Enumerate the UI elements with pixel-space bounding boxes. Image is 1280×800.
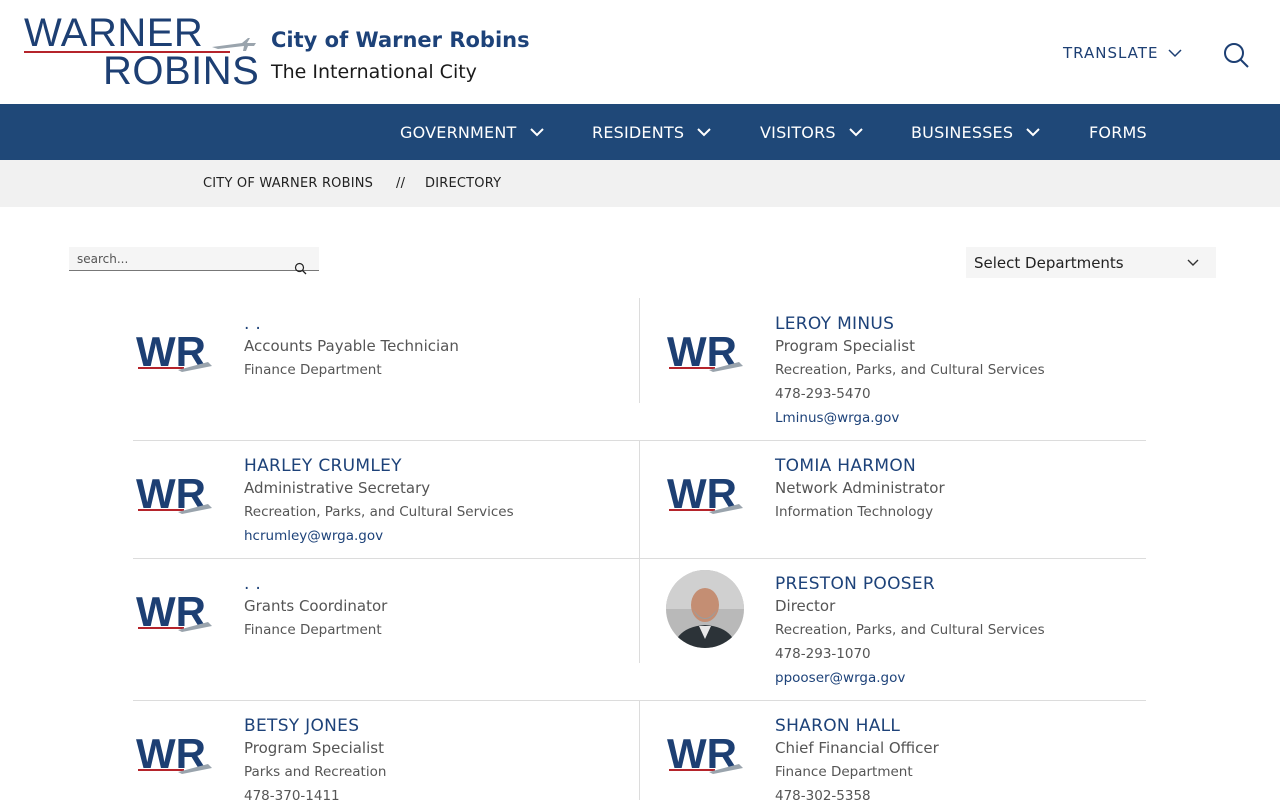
nav-label: RESIDENTS [592,122,685,142]
directory-entry: WR SHARON HALL Chief Financial Officer F… [665,716,1171,800]
entry-title: Grants Coordinator [244,597,388,615]
entry-name[interactable]: TOMIA HARMON [775,456,916,476]
nav-visitors[interactable]: VISITORS [760,104,864,160]
warner-robins-logo[interactable]: WARNER ROBINS [24,12,260,92]
entry-title: Program Specialist [244,739,384,757]
entry-name[interactable]: . . [244,574,261,594]
entry-department: Finance Department [775,764,913,780]
directory-entry: WR LEROY MINUS Program Specialist Recrea… [665,314,1171,434]
nav-label: VISITORS [760,122,836,142]
entry-title: Chief Financial Officer [775,739,939,757]
entry-name[interactable]: LEROY MINUS [775,314,894,334]
directory-entry: WR HARLEY CRUMLEY Administrative Secreta… [134,456,640,552]
entry-department: Recreation, Parks, and Cultural Services [775,362,1045,378]
chevron-down-icon [697,128,711,137]
entry-phone[interactable]: 478-293-1070 [775,646,871,662]
entry-title: Administrative Secretary [244,479,431,497]
chevron-down-icon [1187,259,1199,266]
entry-department: Finance Department [244,362,382,378]
wr-logo-avatar: WR [667,470,743,517]
wr-logo-avatar: WR [136,588,212,635]
site-title: City of Warner Robins [271,28,530,52]
chevron-down-icon [1168,49,1182,58]
nav-businesses[interactable]: BUSINESSES [911,104,1041,160]
directory-search-box [69,247,319,271]
department-select[interactable]: Select Departments [966,247,1216,278]
entry-department: Recreation, Parks, and Cultural Services [775,622,1045,638]
entry-email[interactable]: ppooser@wrga.gov [775,670,905,686]
nav-label: GOVERNMENT [400,122,517,142]
entry-department: Information Technology [775,504,934,520]
entry-email[interactable]: Lminus@wrga.gov [775,410,899,426]
entry-title: Program Specialist [775,337,915,355]
nav-residents[interactable]: RESIDENTS [592,104,712,160]
entry-phone[interactable]: 478-293-5470 [775,386,871,402]
breadcrumb-current: DIRECTORY [425,176,502,191]
translate-button[interactable]: TRANSLATE [1063,44,1182,62]
wr-logo-avatar: WR [136,470,212,517]
search-icon[interactable] [1222,41,1250,69]
wr-logo-avatar: WR [667,730,743,777]
breadcrumb-home-link[interactable]: CITY OF WARNER ROBINS [203,176,373,191]
entry-name[interactable]: HARLEY CRUMLEY [244,456,402,476]
main-nav: GOVERNMENT RESIDENTS VISITORS BUSINESSES… [0,104,1280,160]
search-icon[interactable] [294,262,307,275]
entry-email[interactable]: hcrumley@wrga.gov [244,528,383,544]
directory-entry: WR BETSY JONES Program Specialist Parks … [134,716,640,800]
entry-phone[interactable]: 478-370-1411 [244,788,340,800]
translate-label: TRANSLATE [1063,44,1159,62]
portrait-photo [666,570,744,648]
site-header: WARNER ROBINS City of Warner Robins The … [0,0,1280,104]
nav-label: BUSINESSES [911,122,1014,142]
entry-name[interactable]: SHARON HALL [775,716,900,736]
entry-department: Finance Department [244,622,382,638]
directory-search-input[interactable] [77,249,287,269]
breadcrumb-separator: // [396,176,406,191]
chevron-down-icon [1026,128,1040,137]
chevron-down-icon [529,128,544,137]
logo-line1: WARNER [24,11,204,55]
directory-entry: PRESTON POOSER Director Recreation, Park… [665,570,1171,694]
nav-government[interactable]: GOVERNMENT [400,104,545,160]
directory-entry: WR TOMIA HARMON Network Administrator In… [665,456,1171,552]
entry-phone[interactable]: 478-302-5358 [775,788,871,800]
chevron-down-icon [849,128,863,137]
wr-logo-avatar: WR [667,328,743,375]
department-select-value: Select Departments [974,253,1124,272]
entry-title: Director [775,597,836,615]
wr-logo-avatar: WR [136,730,212,777]
breadcrumb: CITY OF WARNER ROBINS // DIRECTORY [0,160,1280,207]
directory-entry: WR . . Accounts Payable Technician Finan… [134,314,640,414]
entry-name[interactable]: BETSY JONES [244,716,359,736]
entry-department: Parks and Recreation [244,764,387,780]
site-subtitle: The International City [271,61,477,83]
entry-title: Network Administrator [775,479,945,497]
nav-label: FORMS [1089,122,1147,142]
entry-department: Recreation, Parks, and Cultural Services [244,504,514,520]
entry-name[interactable]: . . [244,314,261,334]
directory-entry: WR . . Grants Coordinator Finance Depart… [134,574,640,670]
entry-name[interactable]: PRESTON POOSER [775,574,935,594]
entry-title: Accounts Payable Technician [244,337,459,355]
nav-forms[interactable]: FORMS [1089,104,1147,160]
wr-logo-avatar: WR [136,328,212,375]
logo-line2: ROBINS [103,49,260,93]
